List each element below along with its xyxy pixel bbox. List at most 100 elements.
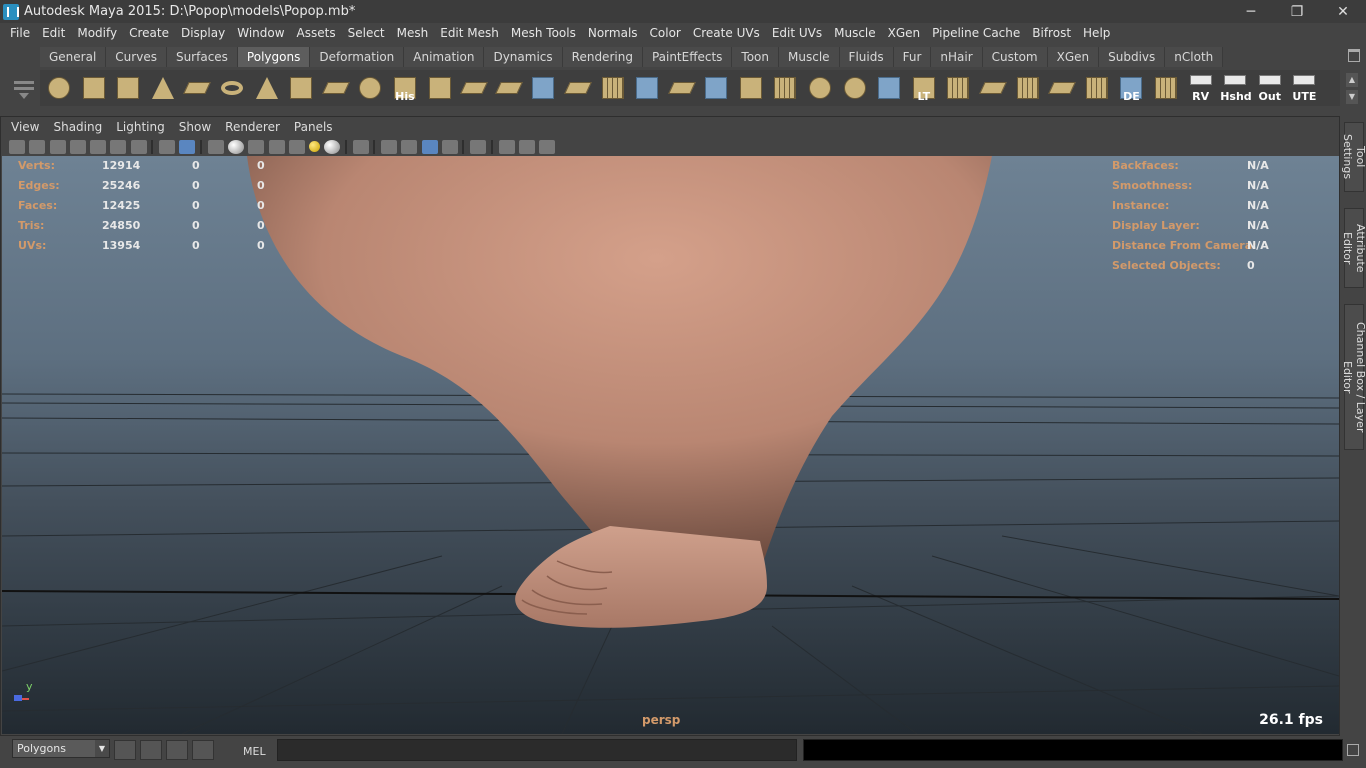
hypershade-button[interactable] — [166, 740, 188, 760]
smooth-shade-icon[interactable] — [179, 139, 196, 154]
lattice-icon[interactable] — [874, 73, 904, 103]
two-sided-icon[interactable] — [518, 139, 535, 154]
motion-blur-icon[interactable] — [441, 139, 458, 154]
menu-create[interactable]: Create — [123, 26, 175, 40]
mel-command-input[interactable] — [277, 739, 797, 761]
shelf-tab-curves[interactable]: Curves — [106, 47, 167, 67]
uv-select-icon[interactable] — [1047, 73, 1077, 103]
poly-helix-icon[interactable] — [321, 73, 351, 103]
ute-icon[interactable]: UTE — [1289, 73, 1319, 103]
poly-cube-icon[interactable] — [79, 73, 109, 103]
menu-xgen[interactable]: XGen — [882, 26, 927, 40]
xray-icon[interactable] — [248, 139, 265, 154]
poly-torus-icon[interactable] — [217, 73, 247, 103]
tab-attribute-editor[interactable]: Attribute Editor — [1341, 208, 1366, 288]
menu-muscle[interactable]: Muscle — [828, 26, 882, 40]
shelf-scroll[interactable]: ▲ ▼ — [1346, 73, 1358, 105]
resolution-gate-icon[interactable] — [130, 139, 147, 154]
insert-edge-loop-icon[interactable] — [563, 73, 593, 103]
bridge-icon[interactable] — [459, 73, 489, 103]
aa-icon[interactable] — [401, 139, 418, 154]
shelf-tab-custom[interactable]: Custom — [982, 47, 1048, 67]
shelf-tab-toon[interactable]: Toon — [732, 47, 780, 67]
shelf-tab-dynamics[interactable]: Dynamics — [484, 47, 563, 67]
camera-attributes-icon[interactable] — [29, 139, 46, 154]
default-material-icon[interactable] — [227, 139, 244, 154]
shelf-tab-subdivs[interactable]: Subdivs — [1099, 47, 1166, 67]
tab-tool-settings[interactable]: Tool Settings — [1341, 122, 1366, 192]
shade-flat-icon[interactable] — [207, 139, 224, 154]
rv-icon[interactable]: RV — [1186, 73, 1216, 103]
menu-set-selector[interactable]: Polygons ▼ — [12, 739, 110, 758]
shelf-tab-fur[interactable]: Fur — [893, 47, 932, 67]
wireframe-icon[interactable] — [159, 139, 176, 154]
trash-icon[interactable] — [1348, 49, 1360, 62]
sculpt-icon[interactable] — [701, 73, 731, 103]
mel-label[interactable]: MEL — [243, 745, 266, 758]
close-button[interactable]: ✕ — [1320, 0, 1366, 23]
menu-mesh-tools[interactable]: Mesh Tools — [505, 26, 582, 40]
merge-icon[interactable] — [632, 73, 662, 103]
shelf-tab-painteffects[interactable]: PaintEffects — [642, 47, 733, 67]
outliner-button[interactable] — [192, 740, 214, 760]
menu-edit-uvs[interactable]: Edit UVs — [766, 26, 828, 40]
hud-toggle-icon[interactable] — [498, 139, 515, 154]
menu-modify[interactable]: Modify — [71, 26, 123, 40]
panel-menu-view[interactable]: View — [4, 120, 46, 134]
menu-window[interactable]: Window — [231, 26, 290, 40]
shelf-scroll-down-icon[interactable]: ▼ — [1346, 90, 1358, 104]
shelf-tab-polygons[interactable]: Polygons — [237, 47, 311, 67]
shelf-scroll-up-icon[interactable]: ▲ — [1346, 73, 1358, 87]
display-edges-icon[interactable]: DE — [1116, 73, 1146, 103]
transfer-icon[interactable] — [840, 73, 870, 103]
grid-icon[interactable] — [90, 139, 107, 154]
panel-menu-panels[interactable]: Panels — [287, 120, 340, 134]
poly-soccer-ball-icon[interactable] — [355, 73, 385, 103]
poly-plane-icon[interactable] — [182, 73, 212, 103]
uv-editor-icon[interactable] — [805, 73, 835, 103]
smooth-icon[interactable] — [770, 73, 800, 103]
split-polygon-icon[interactable] — [528, 73, 558, 103]
paint-tool-icon[interactable] — [736, 73, 766, 103]
poly-pipe-icon[interactable] — [286, 73, 316, 103]
shelf-tab-deformation[interactable]: Deformation — [310, 47, 405, 67]
uv-unfold-icon[interactable] — [978, 73, 1008, 103]
persp-viewport[interactable]: Verts: 12914 0 0 Edges: 25246 0 0 Faces: 12425 0 0 T… — [2, 156, 1339, 734]
minimize-button[interactable]: ─ — [1228, 0, 1274, 23]
uv-cut-icon[interactable] — [1082, 73, 1112, 103]
offset-edge-loop-icon[interactable] — [598, 73, 628, 103]
menu-edit-mesh[interactable]: Edit Mesh — [434, 26, 505, 40]
uv-layout-icon[interactable] — [1013, 73, 1043, 103]
shelf-tab-xgen[interactable]: XGen — [1047, 47, 1100, 67]
menu-color[interactable]: Color — [644, 26, 687, 40]
uv-shell-icon[interactable] — [1151, 73, 1181, 103]
film-gate-icon[interactable] — [110, 139, 127, 154]
menu-bifrost[interactable]: Bifrost — [1026, 26, 1077, 40]
shelf-tab-fluids[interactable]: Fluids — [839, 47, 894, 67]
isolate-select-icon[interactable] — [352, 139, 369, 154]
out-icon[interactable]: Out — [1255, 73, 1285, 103]
select-camera-icon[interactable] — [9, 139, 25, 154]
script-editor-icon[interactable] — [1347, 744, 1359, 756]
shadows-icon[interactable] — [324, 139, 341, 154]
snap-toggle-button[interactable] — [114, 740, 136, 760]
selection-highlight-icon[interactable] — [470, 139, 487, 154]
menu-normals[interactable]: Normals — [582, 26, 644, 40]
uv-snapshot-icon[interactable] — [943, 73, 973, 103]
poly-pyramid-icon[interactable] — [252, 73, 282, 103]
shelf-tab-nhair[interactable]: nHair — [931, 47, 983, 67]
menu-create-uvs[interactable]: Create UVs — [687, 26, 766, 40]
extrude-icon[interactable] — [425, 73, 455, 103]
menu-help[interactable]: Help — [1077, 26, 1116, 40]
menu-file[interactable]: File — [4, 26, 36, 40]
lt-icon[interactable]: LT — [909, 73, 939, 103]
menu-select[interactable]: Select — [342, 26, 391, 40]
shelf-tab-muscle[interactable]: Muscle — [779, 47, 840, 67]
maximize-button[interactable]: ❐ — [1274, 0, 1320, 23]
dof-icon[interactable] — [421, 139, 438, 154]
texture-icon[interactable] — [288, 139, 305, 154]
poly-cylinder-icon[interactable] — [113, 73, 143, 103]
panel-menu-show[interactable]: Show — [172, 120, 218, 134]
xray-joints-icon[interactable] — [268, 139, 285, 154]
ao-icon[interactable] — [381, 139, 398, 154]
